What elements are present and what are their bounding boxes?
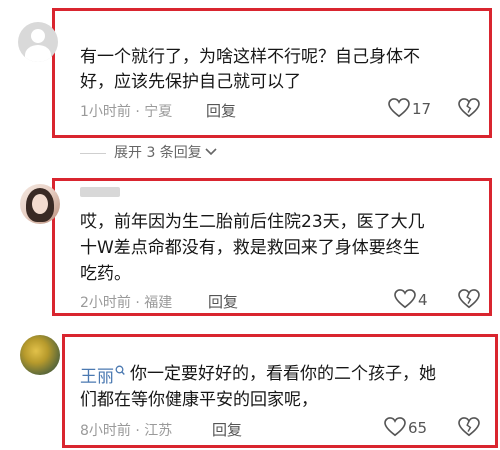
dislike-heart-icon[interactable]	[458, 417, 480, 441]
comment-time: 2小时前	[80, 295, 131, 311]
comment-text-line: 们都在等你健康平安的回家呢，	[80, 390, 318, 410]
comment-location: 江苏	[144, 423, 173, 439]
dislike-heart-icon[interactable]	[458, 98, 480, 122]
reply-button[interactable]: 回复	[208, 291, 238, 312]
comment-location: 宁夏	[144, 104, 173, 120]
search-icon	[115, 362, 125, 382]
username-label: 王丽	[80, 367, 114, 387]
like-count: 4	[418, 291, 428, 309]
comment-meta: 1小时前 · 宁夏	[80, 104, 173, 120]
comment-text-line: 吃药。	[80, 264, 131, 284]
avatar[interactable]	[18, 22, 58, 62]
comment-text-line: 哎，前年因为生二胎前后住院23天，医了大几	[80, 212, 425, 232]
comment-time: 8小时前	[80, 423, 131, 439]
reply-button[interactable]: 回复	[212, 419, 242, 440]
comment-text-line: 好，应该先保护自己就可以了	[80, 72, 301, 92]
divider	[80, 152, 106, 154]
reply-button[interactable]: 回复	[206, 100, 236, 121]
expand-replies-button[interactable]: 展开 3 条回复	[80, 142, 217, 162]
heart-icon[interactable]	[394, 289, 416, 313]
dislike-heart-icon[interactable]	[458, 289, 480, 313]
comment-text-line: 有一个就行了，为啥这样不行呢？自己身体不	[80, 47, 420, 67]
expand-replies-label: 展开 3 条回复	[114, 145, 202, 161]
comment-meta: 8小时前 · 江苏	[80, 423, 173, 439]
username-redacted	[80, 187, 120, 197]
comment-text-line: 十W差点命都没有，救是救回来了身体要终生	[80, 238, 420, 258]
comment-text-line: 你一定要好好的，看看你的二个孩子，她	[130, 364, 436, 384]
like-count: 17	[412, 100, 432, 118]
heart-icon[interactable]	[384, 417, 406, 441]
comment-meta: 2小时前 · 福建	[80, 295, 173, 311]
username[interactable]: 王丽	[80, 362, 125, 387]
like-count: 65	[408, 419, 428, 437]
comment-location: 福建	[144, 295, 173, 311]
heart-icon[interactable]	[388, 98, 410, 122]
comment-time: 1小时前	[80, 104, 131, 120]
chevron-down-icon	[205, 145, 217, 161]
avatar[interactable]	[20, 335, 60, 375]
avatar[interactable]	[20, 184, 60, 224]
